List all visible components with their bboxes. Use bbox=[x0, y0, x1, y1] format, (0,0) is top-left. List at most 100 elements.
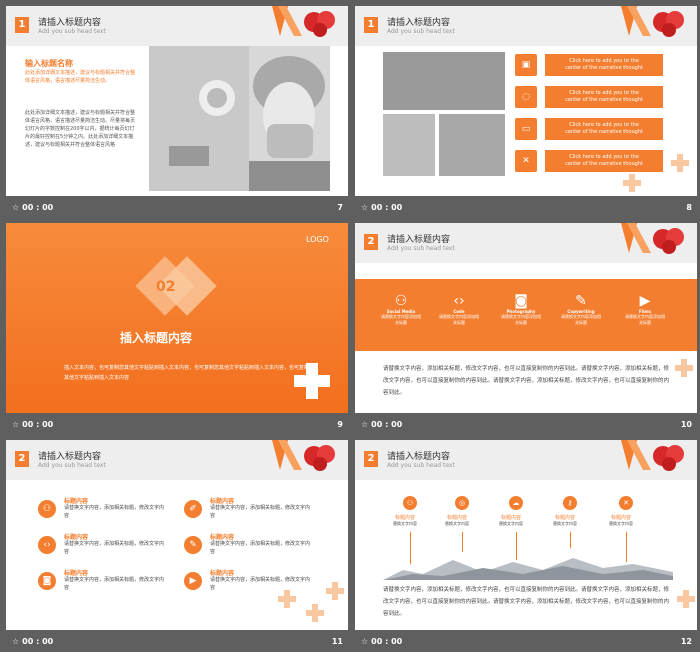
section-title: 插入标题内容 bbox=[120, 331, 193, 345]
item-text: 请替换文字内容，添加相关标题，修改文字内容 bbox=[64, 505, 165, 519]
click-box-2[interactable]: Click here to add you to the center of th… bbox=[545, 86, 663, 108]
icon-text: 请替换文字内容添加相关标题 bbox=[439, 314, 479, 325]
slide-11: 2 请插入标题内容 Add you sub head text ⚇ 标题内容 请… bbox=[6, 440, 348, 630]
network-icon: ⚇ bbox=[403, 496, 417, 510]
code-icon: ‹› bbox=[38, 536, 56, 554]
slide-12: 2 请插入标题内容 Add you sub head text ⚇ 标题内容 替… bbox=[355, 440, 697, 630]
tools-icon: ✕ bbox=[515, 150, 537, 172]
slide-time: 00 : 00 bbox=[22, 636, 54, 646]
click-box-line: Click here to add you to the bbox=[569, 122, 639, 128]
section-number: 2 bbox=[364, 451, 378, 467]
slide-number: 11 bbox=[331, 636, 343, 646]
slide-number: 12 bbox=[680, 636, 692, 646]
slide-subtitle: Add you sub head text bbox=[387, 245, 455, 252]
slide-header: 2 请插入标题内容 Add you sub head text bbox=[355, 440, 697, 480]
network-icon: ⚇ bbox=[394, 293, 408, 309]
pencil-icon: ✎ bbox=[575, 293, 587, 309]
slide-thumb-9[interactable]: LOGO 02 插入标题内容 插入文本内容，也可复制您其他文字粘贴到插入文本内容… bbox=[6, 223, 348, 435]
click-box-line: Click here to add you to the bbox=[569, 154, 639, 160]
cross-decoration bbox=[278, 590, 296, 608]
slide-thumb-7[interactable]: 1 请插入标题内容 Add you sub head text 输入标题名称 此… bbox=[6, 6, 348, 218]
timeline-line bbox=[570, 532, 571, 548]
click-box-1[interactable]: Click here to add you to the center of th… bbox=[545, 54, 663, 76]
icon-item: ⚇ Social Media 请替换文字内容添加相关标题 bbox=[381, 293, 421, 326]
heart-balloon-icon bbox=[621, 6, 684, 37]
highlight-text: 此处添加详细文本描述，建议与标题相关并符合整体语言风格，语言描述尽量简洁生动。 bbox=[25, 70, 136, 84]
photo-jars bbox=[383, 114, 435, 176]
badge-icon: ▣ bbox=[515, 54, 537, 76]
film-icon: ▶ bbox=[639, 293, 651, 309]
slide-title: 请插入标题内容 bbox=[38, 18, 102, 28]
item-text: 请替换文字内容，添加相关标题，修改文字内容 bbox=[64, 577, 165, 591]
step-text: 替换文字内容 bbox=[393, 521, 417, 526]
surgeon-photo bbox=[149, 46, 330, 191]
click-box-line: center of the narrative thought bbox=[565, 129, 643, 135]
cross-decoration bbox=[675, 359, 693, 377]
slide-9: LOGO 02 插入标题内容 插入文本内容，也可复制您其他文字粘贴到插入文本内容… bbox=[6, 223, 348, 413]
slide-header: 2 请插入标题内容 Add you sub head text bbox=[6, 440, 348, 480]
slide-header: 1 请插入标题内容 Add you sub head text bbox=[6, 6, 348, 46]
slide-time: 00 : 00 bbox=[371, 419, 403, 429]
white-cross bbox=[294, 363, 330, 399]
slide-8: 1 请插入标题内容 Add you sub head text ▣ ◌ ▭ ✕ … bbox=[355, 6, 697, 196]
slide-footer: ☆ 00 : 00 8 bbox=[355, 196, 697, 218]
slide-number: 9 bbox=[337, 419, 343, 429]
bulb-icon: ◌ bbox=[515, 86, 537, 108]
slide-subtitle: Add you sub head text bbox=[38, 28, 106, 35]
icon-text: 请替换文字内容添加相关标题 bbox=[561, 314, 601, 325]
content-heading: 输入标题名称 bbox=[25, 59, 73, 68]
laptop-icon: ▭ bbox=[515, 118, 537, 140]
slide-number: 7 bbox=[337, 202, 343, 212]
click-box-line: center of the narrative thought bbox=[565, 161, 643, 167]
click-box-4[interactable]: Click here to add you to the center of th… bbox=[545, 150, 663, 172]
section-number: 2 bbox=[15, 451, 29, 467]
camera-icon: ◙ bbox=[514, 293, 528, 309]
cross-decoration bbox=[677, 590, 695, 608]
slide-title: 请插入标题内容 bbox=[38, 452, 102, 462]
step-title: 标题内容 bbox=[555, 515, 576, 521]
slide-title: 请插入标题内容 bbox=[387, 452, 451, 462]
heart-balloon-icon bbox=[621, 440, 684, 471]
slide-thumb-8[interactable]: 1 请插入标题内容 Add you sub head text ▣ ◌ ▭ ✕ … bbox=[355, 6, 697, 218]
section-number: 2 bbox=[364, 234, 378, 250]
body-text: 此处添加详细文本描述，建议与标题相关并符合整体语言风格，语言描述尽量简洁生动。尽… bbox=[25, 110, 136, 148]
step-text: 替换文字内容 bbox=[499, 521, 523, 526]
section-number: 02 bbox=[156, 279, 176, 295]
tools-icon: ✕ bbox=[619, 496, 633, 510]
camera-icon: ◙ bbox=[38, 572, 56, 590]
section-text: 插入文本内容，也可复制您其他文字粘贴到插入文本内容，也可复制您其他文字粘贴到插入… bbox=[64, 365, 315, 381]
cross-decoration bbox=[306, 604, 324, 622]
icon-item: ▶ Films 请替换文字内容添加相关标题 bbox=[625, 293, 665, 326]
cross-decoration bbox=[326, 582, 344, 600]
slide-footer: ☆ 00 : 00 10 bbox=[355, 413, 697, 435]
slide-header: 2 请插入标题内容 Add you sub head text bbox=[355, 223, 697, 263]
item-text: 请替换文字内容，添加相关标题，修改文字内容 bbox=[210, 541, 311, 555]
timeline-line bbox=[462, 532, 463, 552]
item-text: 请替换文字内容，添加相关标题，修改文字内容 bbox=[64, 541, 165, 555]
slide-time: 00 : 00 bbox=[371, 636, 403, 646]
click-box-line: center of the narrative thought bbox=[565, 65, 643, 71]
brush-icon: ✐ bbox=[184, 500, 202, 518]
step-title: 标题内容 bbox=[501, 515, 522, 521]
click-box-3[interactable]: Click here to add you to the center of th… bbox=[545, 118, 663, 140]
slide-thumb-10[interactable]: 2 请插入标题内容 Add you sub head text ⚇ Social … bbox=[355, 223, 697, 435]
icon-text: 请替换文字内容添加相关标题 bbox=[501, 314, 541, 325]
star-icon: ☆ bbox=[12, 419, 20, 429]
slide-thumb-11[interactable]: 2 请插入标题内容 Add you sub head text ⚇ 标题内容 请… bbox=[6, 440, 348, 652]
slide-time: 00 : 00 bbox=[22, 419, 54, 429]
slide-thumb-12[interactable]: 2 请插入标题内容 Add you sub head text ⚇ 标题内容 替… bbox=[355, 440, 697, 652]
step-title: 标题内容 bbox=[611, 515, 632, 521]
click-box-line: Click here to add you to the bbox=[569, 58, 639, 64]
slide-10: 2 请插入标题内容 Add you sub head text ⚇ Social … bbox=[355, 223, 697, 413]
cloud-icon: ☁ bbox=[509, 496, 523, 510]
star-icon: ☆ bbox=[12, 636, 20, 646]
icon-item: ◙ Photography 请替换文字内容添加相关标题 bbox=[501, 293, 541, 326]
cross-decoration bbox=[623, 174, 641, 192]
step-text: 替换文字内容 bbox=[553, 521, 577, 526]
slide-footer: ☆ 00 : 00 12 bbox=[355, 630, 697, 652]
slide-title: 请插入标题内容 bbox=[387, 18, 451, 28]
body-text: 请替换文字内容，添加相关标题，修改文字内容，也可以直接复制你的内容到此。请替换文… bbox=[383, 366, 670, 396]
icon-band: ⚇ Social Media 请替换文字内容添加相关标题 ‹› Code 请替换文字内容… bbox=[355, 279, 697, 351]
item-text: 请替换文字内容，添加相关标题，修改文字内容 bbox=[210, 505, 311, 519]
icon-item: ‹› Code 请替换文字内容添加相关标题 bbox=[439, 293, 479, 326]
